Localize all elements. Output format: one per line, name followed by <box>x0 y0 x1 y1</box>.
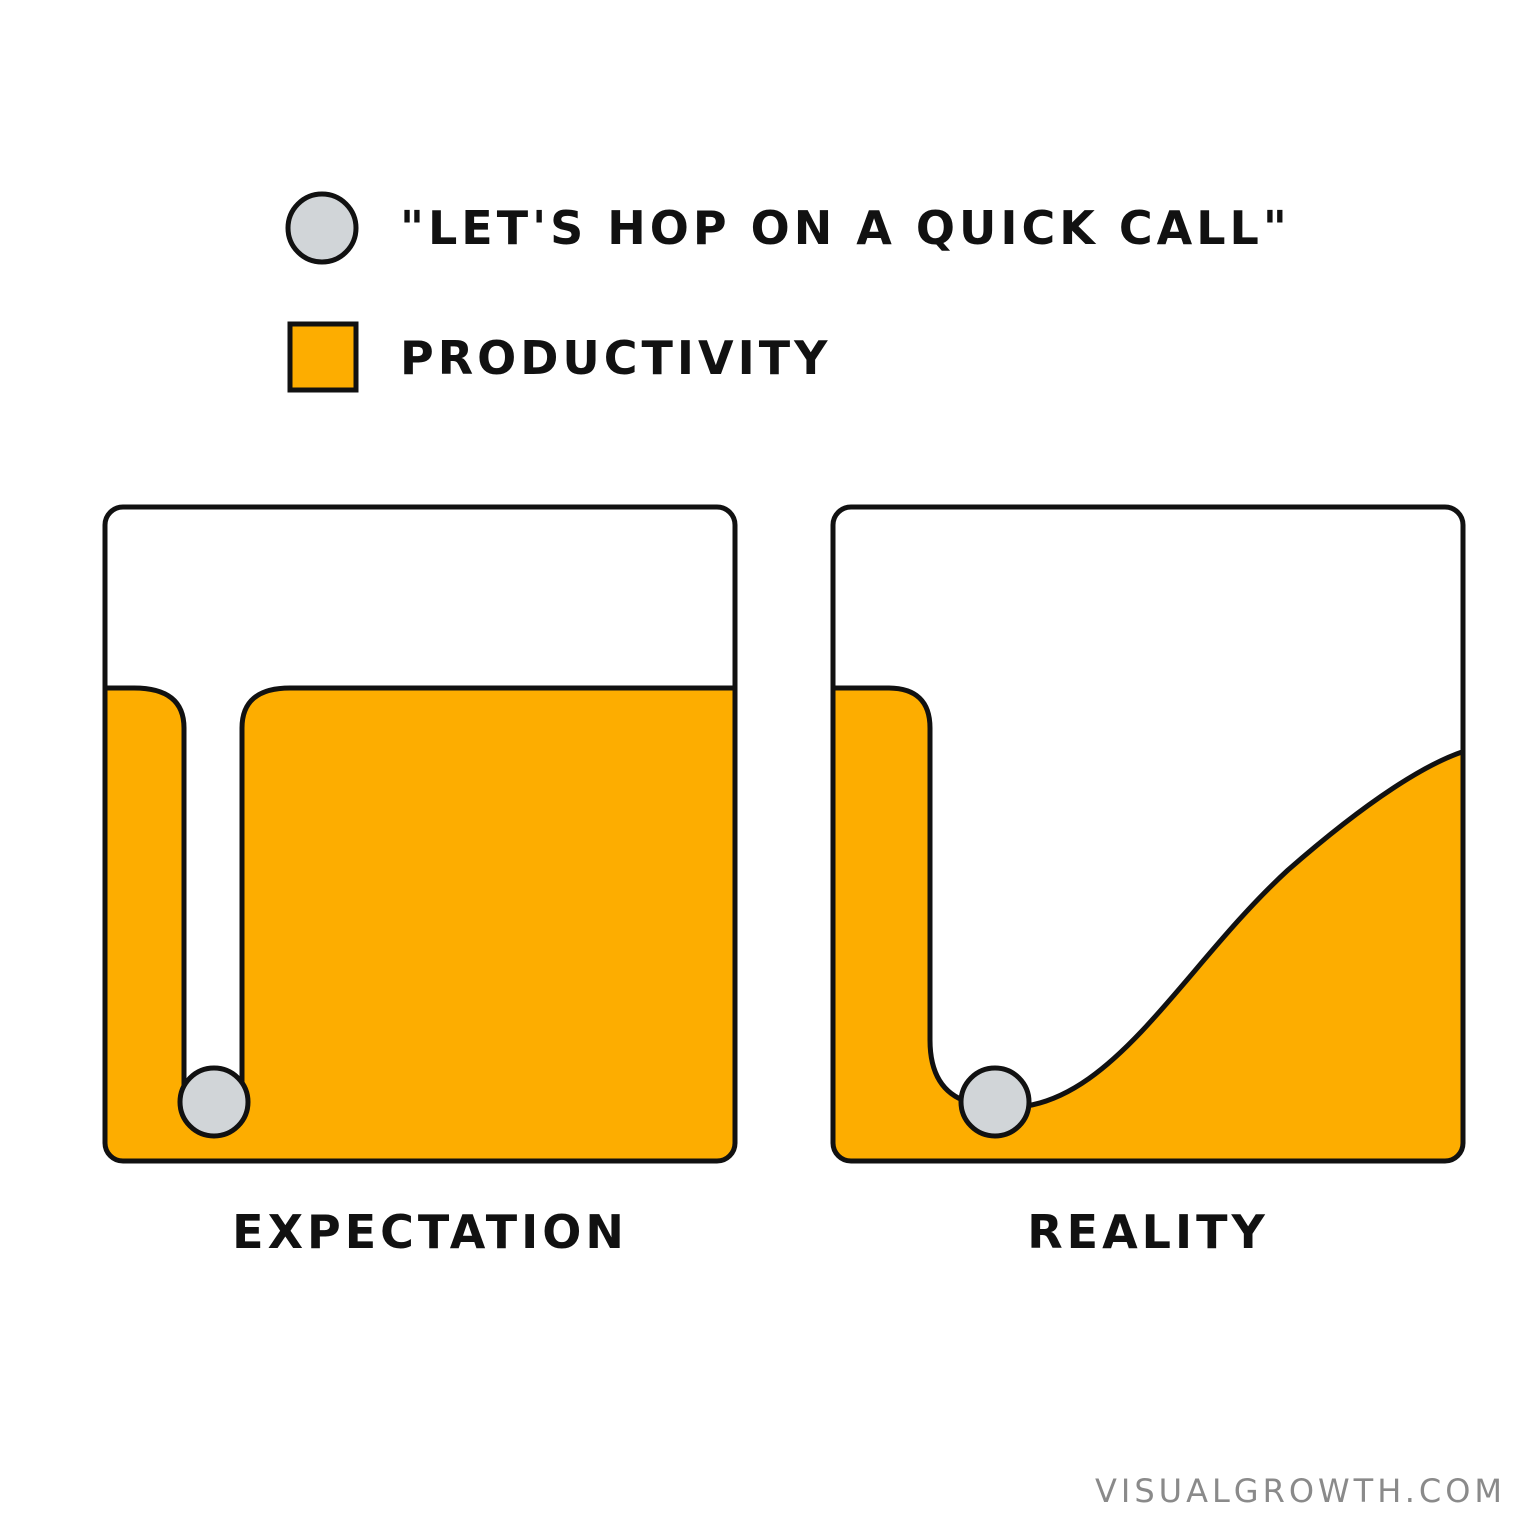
expectation-caption: EXPECTATION <box>232 1205 628 1259</box>
expectation-panel <box>100 500 740 1168</box>
quick-call-marker <box>177 1065 251 1139</box>
reality-diagram <box>830 504 1466 1164</box>
quick-call-marker <box>958 1065 1032 1139</box>
productivity-area <box>833 685 1463 1161</box>
legend-item-quick-call: "LET'S HOP ON A QUICK CALL" <box>282 188 1291 268</box>
legend-item-productivity: PRODUCTIVITY <box>282 318 831 398</box>
legend-label-quick-call: "LET'S HOP ON A QUICK CALL" <box>400 201 1291 255</box>
reality-caption: REALITY <box>1027 1205 1269 1259</box>
footer-credit: VISUALGROWTH.COM <box>1095 1472 1506 1510</box>
expectation-diagram <box>102 504 738 1164</box>
reality-panel <box>828 500 1468 1168</box>
legend-label-productivity: PRODUCTIVITY <box>400 331 832 385</box>
gray-circle-icon <box>285 191 359 265</box>
orange-square-icon <box>287 321 359 393</box>
